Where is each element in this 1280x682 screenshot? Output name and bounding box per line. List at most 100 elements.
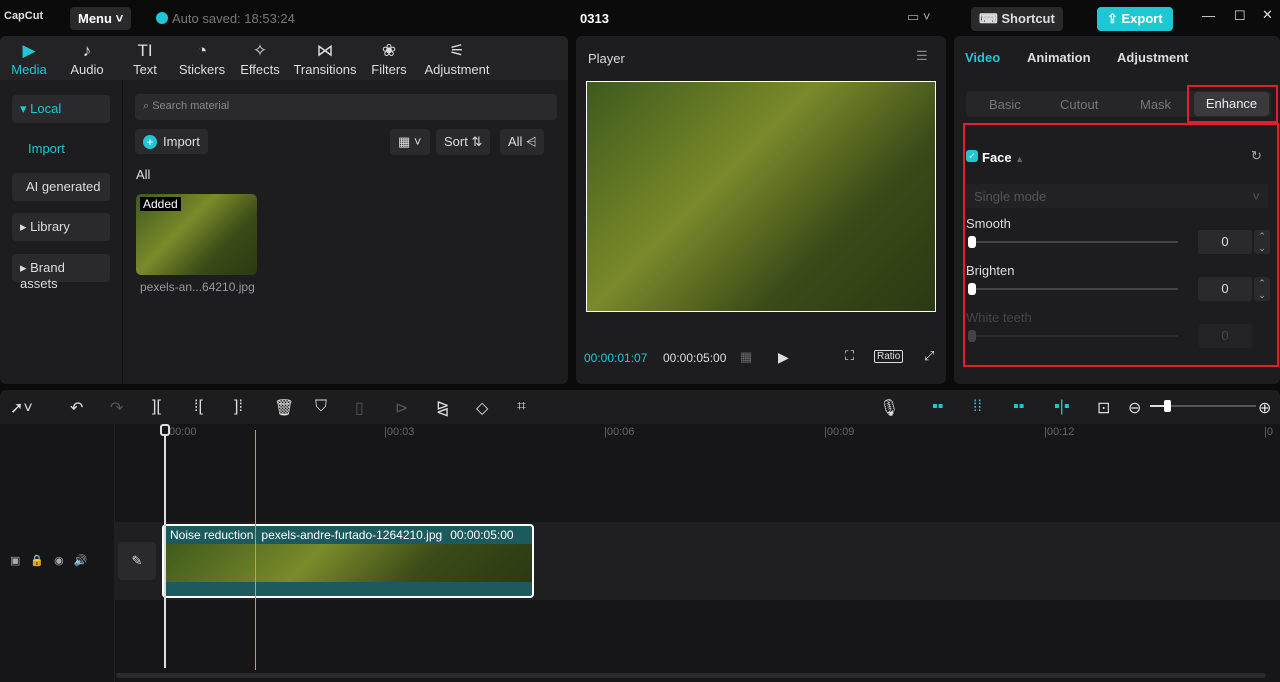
view-toggle-button[interactable]: ▦ ˅	[390, 129, 430, 155]
fullscreen-icon[interactable]: ⤢	[924, 348, 934, 364]
cover-edit-button[interactable]: ✎	[118, 542, 156, 580]
maximize-button[interactable]: ☐	[1234, 8, 1246, 24]
zoom-out-icon[interactable]: ⊖	[1128, 398, 1141, 418]
marker-icon[interactable]: ⛉	[315, 398, 327, 416]
tab-stickers[interactable]: ◔ Stickers	[178, 40, 226, 77]
tab-media[interactable]: ▶ Media	[10, 40, 48, 77]
sidebar-item-import[interactable]: Import	[28, 141, 65, 156]
lock-icon[interactable]: 🔒	[30, 555, 54, 567]
mirror-icon[interactable]: ⧎	[436, 398, 449, 418]
clip-duration: 00:00:05:00	[450, 528, 514, 542]
filters-icon: ❀	[381, 41, 397, 60]
media-item-thumbnail[interactable]: Added	[136, 194, 257, 275]
media-icon: ▶	[22, 41, 36, 60]
brighten-value[interactable]: 0	[1198, 277, 1252, 301]
tab-text[interactable]: TI Text	[128, 40, 162, 77]
text-icon: TI	[137, 41, 153, 60]
redo-icon: ↷	[110, 400, 124, 417]
split-right-icon[interactable]: ]⁞	[234, 398, 243, 416]
layout-icon[interactable]: ▭ ˅	[907, 9, 931, 25]
playhead[interactable]	[160, 424, 170, 668]
eye-icon[interactable]: ◉	[54, 555, 74, 567]
effects-icon: ✧	[252, 41, 268, 60]
tab-filters[interactable]: ❀ Filters	[368, 40, 410, 77]
microphone-icon[interactable]: 🎙	[879, 398, 899, 418]
total-time: 00:00:05:00	[663, 351, 727, 365]
brighten-stepper[interactable]: ⌃ ⌄	[1254, 277, 1270, 301]
transitions-icon: ⋈	[316, 41, 334, 60]
auto-snap-icon[interactable]: ⁞⁞	[973, 398, 982, 416]
search-input[interactable]: ⌕ Search material	[135, 94, 557, 120]
crop-icon[interactable]: ⌗	[517, 398, 526, 416]
fit-timeline-icon[interactable]: ⊡	[1097, 398, 1110, 418]
reset-icon[interactable]: ↻	[1251, 148, 1262, 164]
clip-effect: Noise reduction	[170, 528, 254, 542]
undo-icon[interactable]: ↶	[70, 398, 83, 418]
smooth-stepper[interactable]: ⌃ ⌄	[1254, 230, 1270, 254]
audio-icon: ♪	[82, 41, 92, 60]
sticker-icon: ◔	[196, 41, 208, 60]
white-teeth-slider	[968, 330, 1178, 342]
zoom-in-icon[interactable]: ⊕	[1258, 398, 1271, 418]
video-preview[interactable]	[586, 81, 936, 312]
video-clip[interactable]: Noise reduction pexels-andre-furtado-1264…	[162, 524, 534, 598]
menu-label: Menu	[78, 11, 112, 26]
sidebar-item-ai-generated[interactable]: AI generated	[12, 173, 110, 201]
subtab-mask[interactable]: Mask	[1140, 97, 1171, 112]
waveform-icon[interactable]: ▦	[740, 349, 752, 365]
face-checkbox[interactable]: ✓	[966, 150, 978, 162]
linkage-icon[interactable]: ▪▪	[1013, 398, 1024, 416]
tab-animation[interactable]: Animation	[1027, 50, 1091, 65]
fit-icon[interactable]: ⛶	[845, 348, 854, 364]
tab-adjustment-right[interactable]: Adjustment	[1117, 50, 1189, 65]
tab-video[interactable]: Video	[965, 50, 1000, 65]
tab-adjustment[interactable]: ⚟ Adjustment	[422, 40, 492, 77]
tab-effects[interactable]: ✧ Effects	[238, 40, 282, 77]
mode-select[interactable]: Single mode ˅	[966, 184, 1268, 208]
smooth-value[interactable]: 0	[1198, 230, 1252, 254]
audio-icon[interactable]: 🔊	[74, 555, 98, 567]
shortcut-button[interactable]: ⌨ Shortcut	[971, 7, 1063, 31]
check-icon	[156, 12, 168, 24]
timeline-scrollbar[interactable]	[116, 673, 1266, 678]
minimize-button[interactable]: —	[1202, 8, 1215, 23]
ratio-button[interactable]: Ratio	[874, 350, 904, 363]
cover-icon[interactable]: ▣	[10, 555, 30, 567]
main-track-magnet-icon[interactable]: ▪▪	[932, 398, 943, 416]
delete-icon[interactable]: 🗑	[274, 398, 294, 418]
close-button[interactable]: ✕	[1262, 7, 1273, 23]
filter-button[interactable]: All ⩤	[500, 129, 545, 155]
brighten-slider[interactable]	[968, 283, 1178, 295]
section-label: All	[136, 167, 151, 182]
subtab-basic[interactable]: Basic	[989, 97, 1021, 112]
sidebar-item-brand-assets[interactable]: ▸ Brand assets	[12, 254, 110, 291]
zoom-slider[interactable]	[1150, 400, 1256, 412]
export-button[interactable]: ⇪ Export	[1097, 7, 1173, 31]
smooth-slider[interactable]	[968, 236, 1178, 248]
play-button[interactable]: ▶	[778, 349, 789, 366]
sidebar-item-local[interactable]: ▾ Local	[12, 95, 110, 123]
split-left-icon[interactable]: ⁞[	[194, 398, 203, 416]
tick-15: |0	[1264, 426, 1273, 438]
select-tool-icon[interactable]: ➚˅	[10, 398, 33, 418]
media-item-name: pexels-an...64210.jpg	[140, 280, 255, 294]
tab-audio[interactable]: ♪ Audio	[66, 40, 108, 77]
subtab-cutout[interactable]: Cutout	[1060, 97, 1098, 112]
split-icon[interactable]: ][	[152, 398, 161, 416]
sidebar-item-library[interactable]: ▸ Library	[12, 213, 110, 241]
tick-9: |00:09	[824, 426, 855, 438]
tick-6: |00:06	[604, 426, 635, 438]
face-label: Face ▲	[982, 150, 1025, 165]
hover-line	[255, 430, 256, 670]
preview-axis-icon[interactable]: ▪|▪	[1054, 398, 1070, 416]
brighten-label: Brighten	[966, 263, 1015, 278]
rotate-icon[interactable]: ◇	[476, 398, 488, 418]
sort-button[interactable]: Sort ⇅	[436, 129, 491, 155]
search-icon: ⌕	[143, 100, 153, 112]
menu-button[interactable]: Menu ˅	[70, 7, 132, 30]
tab-transitions[interactable]: ⋈ Transitions	[292, 40, 358, 77]
player-menu-icon[interactable]: ☰	[916, 48, 928, 64]
track-controls: ▣🔒◉🔊	[10, 554, 97, 567]
tick-12: |00:12	[1044, 426, 1075, 438]
import-button[interactable]: + Import	[135, 129, 208, 154]
